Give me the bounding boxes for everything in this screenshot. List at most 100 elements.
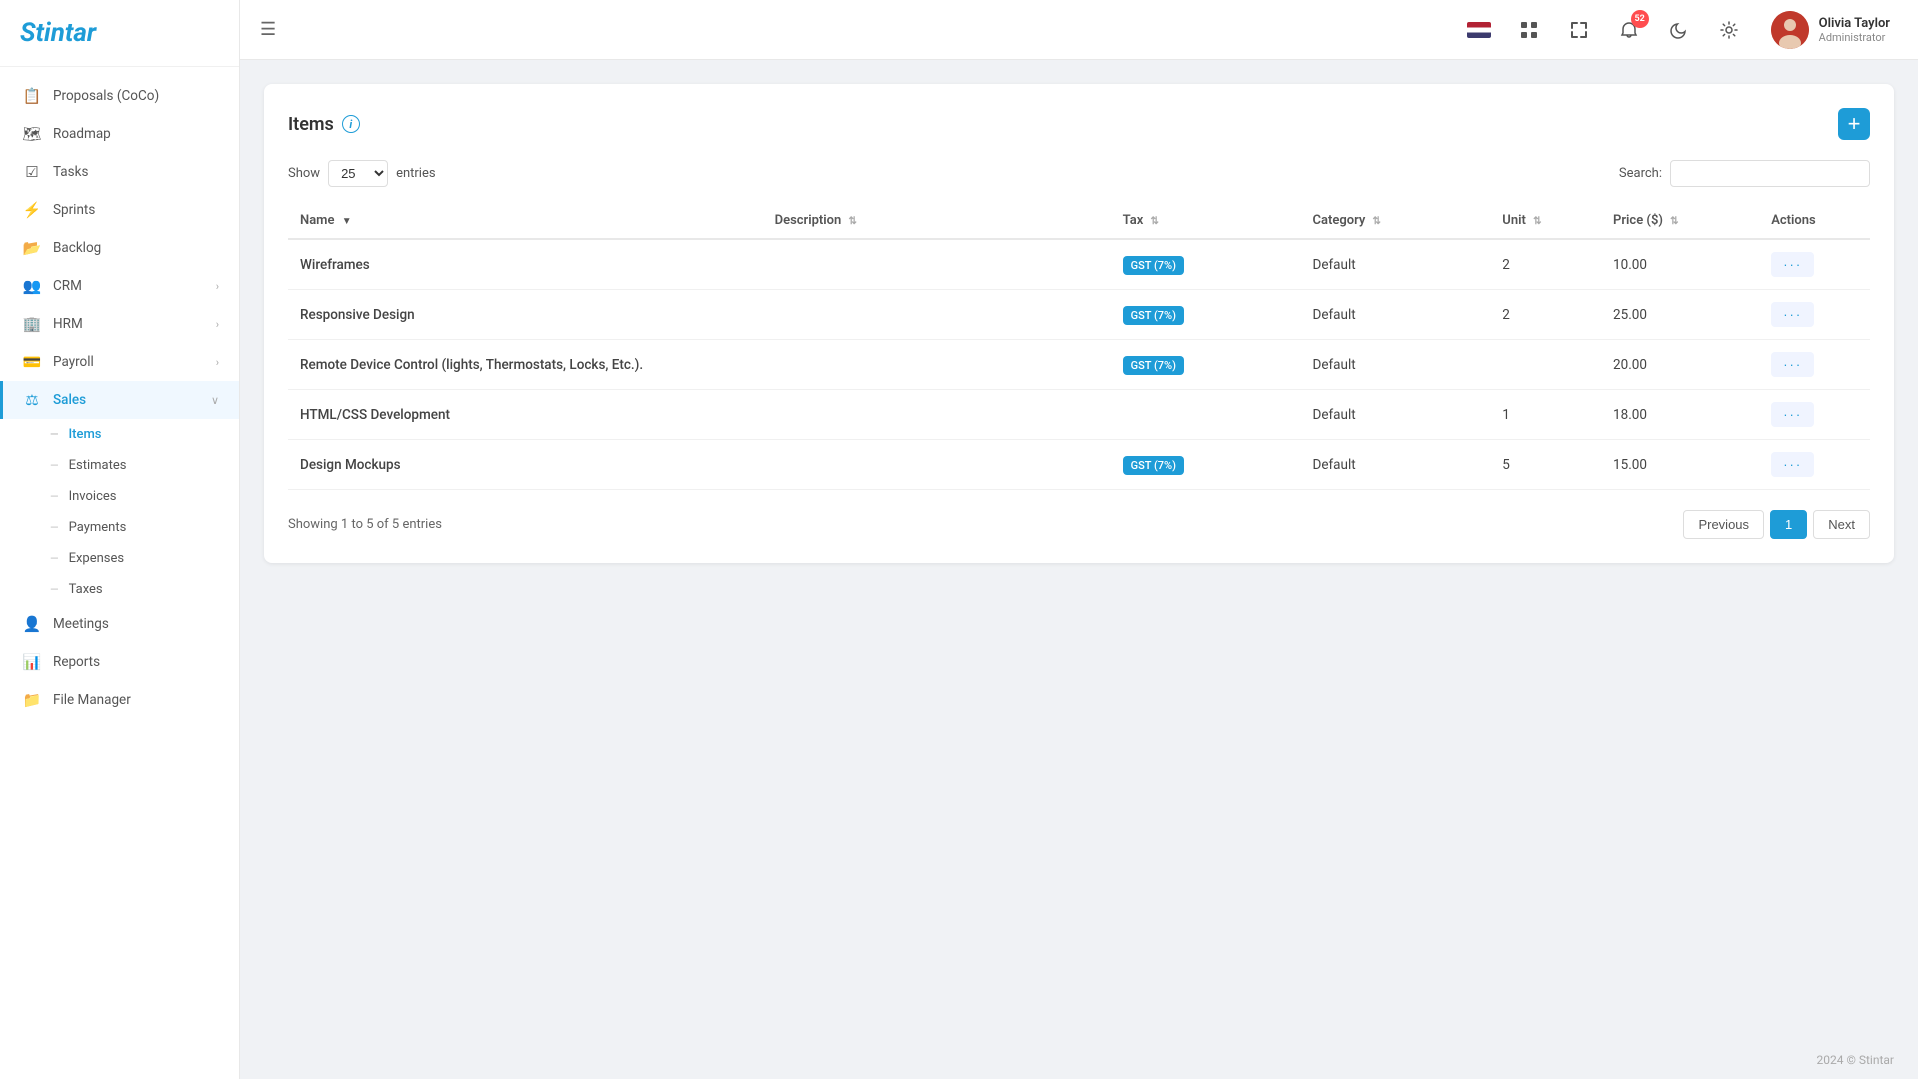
cell-price: 10.00 bbox=[1601, 239, 1759, 290]
items-card: Items i + Show 25 10 50 100 entries bbox=[264, 84, 1894, 563]
sidebar-item-roadmap[interactable]: 🗺 Roadmap bbox=[0, 115, 239, 153]
sidebar-item-payroll[interactable]: 💳 Payroll › bbox=[0, 343, 239, 381]
sidebar-item-reports[interactable]: 📊 Reports bbox=[0, 643, 239, 681]
table-row: Responsive Design GST (7%) Default 2 25.… bbox=[288, 290, 1870, 340]
row-action-button[interactable]: ··· bbox=[1771, 402, 1814, 427]
chevron-right-icon: › bbox=[216, 356, 219, 369]
sidebar-item-file-manager[interactable]: 📁 File Manager bbox=[0, 681, 239, 719]
cell-category: Default bbox=[1300, 340, 1490, 390]
cell-tax: GST (7%) bbox=[1111, 290, 1301, 340]
row-action-button[interactable]: ··· bbox=[1771, 302, 1814, 327]
sidebar-item-label: Proposals (CoCo) bbox=[53, 88, 159, 104]
sidebar-item-label: HRM bbox=[53, 316, 83, 332]
cell-actions: ··· bbox=[1759, 390, 1870, 440]
sidebar-subitem-payments[interactable]: Payments bbox=[0, 512, 239, 543]
table-row: HTML/CSS Development Default 1 18.00 ··· bbox=[288, 390, 1870, 440]
cell-description bbox=[763, 239, 1111, 290]
sidebar-subitem-items[interactable]: Items bbox=[0, 419, 239, 450]
sales-icon: ⚖ bbox=[23, 391, 41, 409]
table-header-row: Name ▼ Description ⇅ Tax ⇅ Category ⇅ Un bbox=[288, 203, 1870, 239]
sidebar-item-backlog[interactable]: 📂 Backlog bbox=[0, 229, 239, 267]
search-box: Search: bbox=[1619, 160, 1870, 187]
cell-description bbox=[763, 340, 1111, 390]
previous-button[interactable]: Previous bbox=[1683, 510, 1764, 539]
grid-icon-btn[interactable] bbox=[1511, 12, 1547, 48]
cell-price: 18.00 bbox=[1601, 390, 1759, 440]
table-row: Wireframes GST (7%) Default 2 10.00 ··· bbox=[288, 239, 1870, 290]
chevron-down-icon: ∨ bbox=[211, 394, 219, 407]
col-name[interactable]: Name ▼ bbox=[288, 203, 763, 239]
gst-badge: GST (7%) bbox=[1123, 456, 1184, 475]
cell-tax: GST (7%) bbox=[1111, 440, 1301, 490]
chevron-right-icon: › bbox=[216, 280, 219, 293]
settings-icon-btn[interactable] bbox=[1711, 12, 1747, 48]
items-table: Name ▼ Description ⇅ Tax ⇅ Category ⇅ Un bbox=[288, 203, 1870, 490]
cell-tax: GST (7%) bbox=[1111, 239, 1301, 290]
sidebar-subitem-taxes[interactable]: Taxes bbox=[0, 574, 239, 605]
user-role: Administrator bbox=[1819, 31, 1890, 44]
sidebar-item-crm[interactable]: 👥 CRM › bbox=[0, 267, 239, 305]
col-category[interactable]: Category ⇅ bbox=[1300, 203, 1490, 239]
col-actions: Actions bbox=[1759, 203, 1870, 239]
notification-icon-btn[interactable]: 52 bbox=[1611, 12, 1647, 48]
sidebar-subitem-label: Taxes bbox=[69, 582, 103, 597]
expand-icon-btn[interactable] bbox=[1561, 12, 1597, 48]
user-profile[interactable]: Olivia Taylor Administrator bbox=[1763, 7, 1898, 53]
col-unit[interactable]: Unit ⇅ bbox=[1490, 203, 1601, 239]
info-icon[interactable]: i bbox=[342, 115, 360, 133]
cell-actions: ··· bbox=[1759, 290, 1870, 340]
file-manager-icon: 📁 bbox=[23, 691, 41, 709]
sidebar-subitem-estimates[interactable]: Estimates bbox=[0, 450, 239, 481]
sidebar-item-sales[interactable]: ⚖ Sales ∨ bbox=[0, 381, 239, 419]
table-row: Remote Device Control (lights, Thermosta… bbox=[288, 340, 1870, 390]
sidebar-subitem-label: Invoices bbox=[69, 489, 117, 504]
sidebar-item-hrm[interactable]: 🏢 HRM › bbox=[0, 305, 239, 343]
cell-unit: 1 bbox=[1490, 390, 1601, 440]
page-1-button[interactable]: 1 bbox=[1770, 510, 1807, 539]
pagination-area: Showing 1 to 5 of 5 entries Previous 1 N… bbox=[288, 510, 1870, 539]
col-tax[interactable]: Tax ⇅ bbox=[1111, 203, 1301, 239]
add-item-button[interactable]: + bbox=[1838, 108, 1870, 140]
sidebar: Stintar 📋 Proposals (CoCo) 🗺 Roadmap ☑ T… bbox=[0, 0, 240, 1079]
sidebar-item-label: Reports bbox=[53, 654, 100, 670]
page-title: Items bbox=[288, 114, 334, 135]
sort-down-icon: ▼ bbox=[342, 216, 352, 227]
sidebar-subitem-label: Payments bbox=[69, 520, 127, 535]
cell-name: Wireframes bbox=[288, 239, 763, 290]
col-description[interactable]: Description ⇅ bbox=[763, 203, 1111, 239]
menu-icon[interactable]: ☰ bbox=[260, 19, 276, 40]
logo: Stintar bbox=[0, 0, 239, 67]
sidebar-subitem-expenses[interactable]: Expenses bbox=[0, 543, 239, 574]
flag-icon-btn[interactable] bbox=[1461, 12, 1497, 48]
sort-icon: ⇅ bbox=[849, 216, 857, 227]
sidebar-item-proposals[interactable]: 📋 Proposals (CoCo) bbox=[0, 77, 239, 115]
hrm-icon: 🏢 bbox=[23, 315, 41, 333]
row-action-button[interactable]: ··· bbox=[1771, 252, 1814, 277]
sidebar-item-label: Roadmap bbox=[53, 126, 111, 142]
entries-label: entries bbox=[396, 166, 436, 181]
user-name: Olivia Taylor bbox=[1819, 16, 1890, 31]
sidebar-item-label: CRM bbox=[53, 278, 82, 294]
sidebar-item-tasks[interactable]: ☑ Tasks bbox=[0, 153, 239, 191]
dark-mode-icon-btn[interactable] bbox=[1661, 12, 1697, 48]
next-button[interactable]: Next bbox=[1813, 510, 1870, 539]
cell-name: Remote Device Control (lights, Thermosta… bbox=[288, 340, 763, 390]
sidebar-item-label: Backlog bbox=[53, 240, 101, 256]
sidebar-subitem-invoices[interactable]: Invoices bbox=[0, 481, 239, 512]
cell-price: 15.00 bbox=[1601, 440, 1759, 490]
pagination-buttons: Previous 1 Next bbox=[1683, 510, 1870, 539]
entries-per-page-select[interactable]: 25 10 50 100 bbox=[328, 160, 388, 187]
show-label: Show bbox=[288, 166, 320, 181]
row-action-button[interactable]: ··· bbox=[1771, 352, 1814, 377]
cell-actions: ··· bbox=[1759, 239, 1870, 290]
footer: 2024 © Stintar bbox=[240, 1041, 1918, 1079]
sidebar-item-meetings[interactable]: 👤 Meetings bbox=[0, 605, 239, 643]
search-input[interactable] bbox=[1670, 160, 1870, 187]
sidebar-item-label: Sales bbox=[53, 392, 86, 408]
moon-icon bbox=[1670, 21, 1688, 39]
row-action-button[interactable]: ··· bbox=[1771, 452, 1814, 477]
header-icons: 52 bbox=[1461, 12, 1747, 48]
sidebar-item-sprints[interactable]: ⚡ Sprints bbox=[0, 191, 239, 229]
col-price[interactable]: Price ($) ⇅ bbox=[1601, 203, 1759, 239]
tasks-icon: ☑ bbox=[23, 163, 41, 181]
